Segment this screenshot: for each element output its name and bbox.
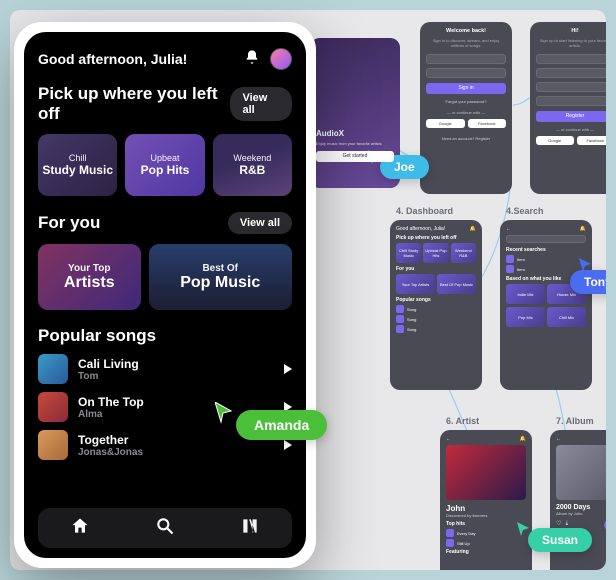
signin-password[interactable]: [426, 68, 506, 78]
bottom-nav: [38, 508, 292, 548]
signin-sub: Sign in to discover, stream, and enjoy m…: [426, 38, 506, 48]
artboard-label: 4. Dashboard: [396, 206, 453, 216]
signin-facebook[interactable]: Facebook: [468, 119, 507, 128]
register-username[interactable]: [536, 54, 606, 64]
artboard-label: 4.Search: [506, 206, 544, 216]
artboard-dashboard[interactable]: 4. Dashboard Good afternoon, Julia!🔔 Pic…: [390, 220, 482, 390]
song-thumb: [38, 392, 68, 422]
resume-tiles: Chill Study Music Upbeat Pop Hits Weeken…: [38, 134, 292, 196]
phone-frame: Good afternoon, Julia! Pick up where you…: [14, 22, 316, 568]
song-title: On The Top: [78, 395, 274, 409]
album-title: 2000 Days: [556, 504, 606, 511]
artboard-register[interactable]: Hi! Sign up to start listening to your f…: [530, 22, 606, 194]
tile-top-artists[interactable]: Your Top Artists: [38, 244, 141, 310]
onboarding-cta[interactable]: Get started: [316, 151, 394, 162]
tile-pop-hits[interactable]: Upbeat Pop Hits: [125, 134, 204, 196]
search-icon[interactable]: [155, 516, 175, 541]
artboard-artist[interactable]: 6. Artist ←🔔 John Discovered by listener…: [440, 430, 532, 570]
home-icon[interactable]: [70, 516, 90, 541]
tile-rnb[interactable]: Weekend R&B: [213, 134, 292, 196]
signin-title: Welcome back!: [426, 28, 506, 34]
register-google[interactable]: Google: [536, 136, 574, 145]
signin-button[interactable]: Sign in: [426, 83, 506, 94]
greeting-text: Good afternoon, Julia!: [38, 51, 187, 67]
signin-username[interactable]: [426, 54, 506, 64]
register-button[interactable]: Register: [536, 111, 606, 122]
avatar[interactable]: [270, 48, 292, 70]
song-title: Cali Living: [78, 357, 274, 371]
foryou-tiles: Your Top Artists Best Of Pop Music: [38, 244, 292, 310]
tile-pop-music[interactable]: Best Of Pop Music: [149, 244, 293, 310]
register-password[interactable]: [536, 68, 606, 78]
onboarding-sub: Enjoy music from your favorite artists: [316, 141, 394, 146]
phone-screen[interactable]: Good afternoon, Julia! Pick up where you…: [24, 32, 306, 558]
signin-google[interactable]: Google: [426, 119, 465, 128]
library-icon[interactable]: [240, 516, 260, 541]
signin-register-link[interactable]: Need an account? Register: [426, 136, 506, 141]
onboarding-title: AudioX: [316, 129, 394, 138]
song-artist: Tom: [78, 371, 274, 382]
section-title-resume: Pick up where you left off: [38, 84, 230, 124]
artboard-signin[interactable]: Welcome back! Sign in to discover, strea…: [420, 22, 512, 194]
cursor-label-tony: Tony: [570, 270, 606, 294]
bell-icon[interactable]: [244, 49, 260, 70]
view-all-foryou[interactable]: View all: [228, 212, 292, 234]
cursor-label-susan: Susan: [528, 528, 592, 552]
register-sub: Sign up to start listening to your favor…: [536, 38, 606, 48]
register-facebook[interactable]: Facebook: [577, 136, 607, 145]
song-row[interactable]: Cali Living Tom: [38, 354, 292, 384]
section-title-foryou: For you: [38, 213, 100, 233]
view-all-resume[interactable]: View all: [230, 87, 292, 121]
play-icon[interactable]: [284, 440, 292, 450]
register-title: Hi!: [536, 28, 606, 34]
artboard-search[interactable]: 4.Search ←🔔 Recent searches Item Item Ba…: [500, 220, 592, 390]
song-artist: Jonas&Jonas: [78, 447, 274, 458]
play-icon[interactable]: [284, 364, 292, 374]
signin-forgot[interactable]: Forgot your password?: [426, 99, 506, 104]
artist-name: John: [446, 504, 526, 513]
section-title-popular: Popular songs: [38, 326, 156, 346]
tile-study-music[interactable]: Chill Study Music: [38, 134, 117, 196]
song-thumb: [38, 354, 68, 384]
register-confirm[interactable]: [536, 82, 606, 92]
register-email[interactable]: [536, 96, 606, 106]
cursor-label-amanda: Amanda: [236, 410, 327, 440]
song-thumb: [38, 430, 68, 460]
search-mini-input[interactable]: [506, 235, 586, 243]
